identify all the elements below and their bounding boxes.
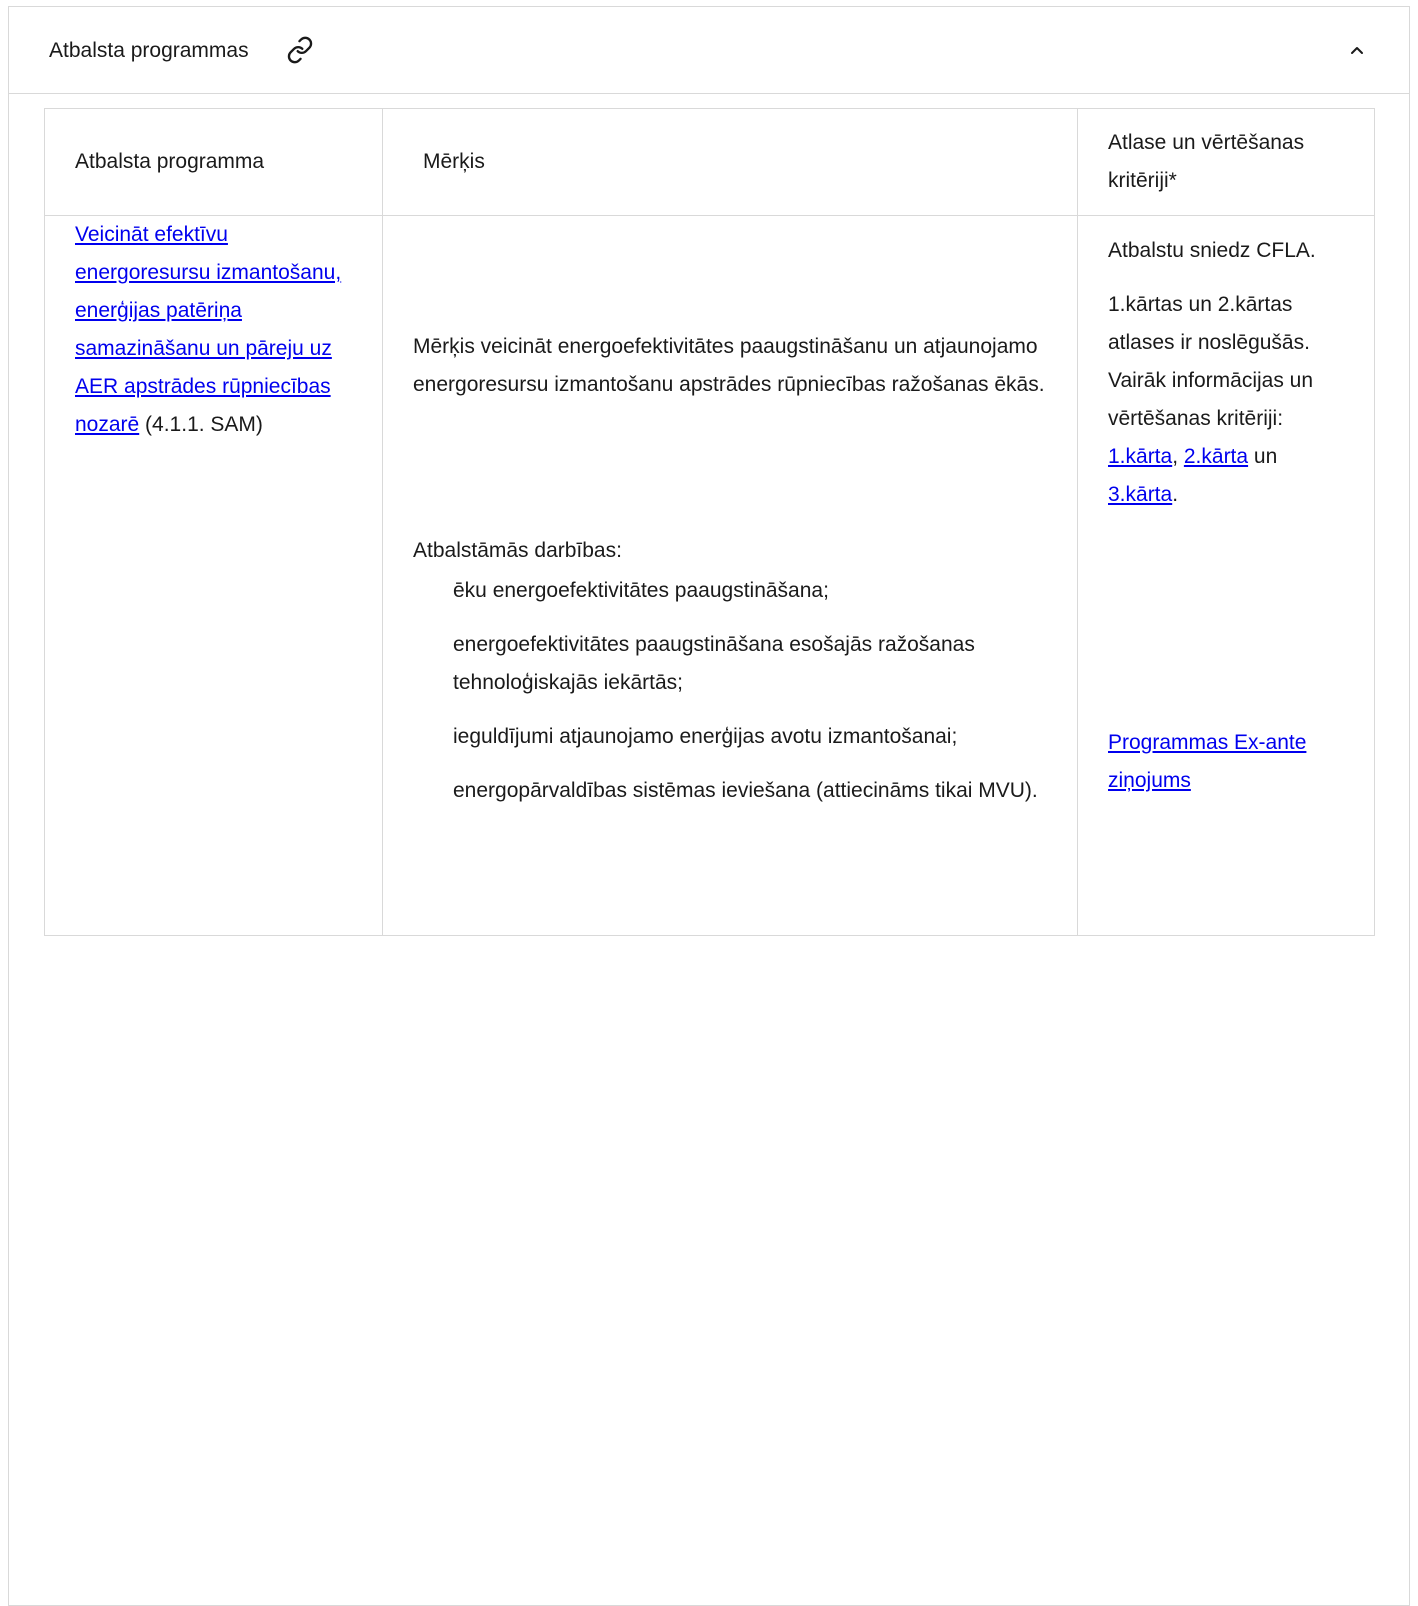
list-item: energoefektivitātes paaugstināšana esoša…	[453, 633, 975, 694]
table-row: Veicināt efektīvu energoresursu izmantoš…	[44, 215, 1375, 936]
program-link[interactable]: Veicināt efektīvu energoresursu izmantoš…	[75, 223, 341, 436]
criteria-provider: Atbalstu sniedz CFLA.	[1108, 239, 1316, 262]
header-program: Atbalsta programma	[44, 108, 383, 216]
header-criteria: Atlase un vērtēšanas kritēriji*	[1077, 108, 1375, 216]
accordion-panel: Atbalsta programmas Atbalsta programma M…	[8, 6, 1410, 1606]
chevron-up-icon[interactable]	[1349, 42, 1365, 58]
round-1-link[interactable]: 1.kārta	[1108, 445, 1172, 468]
criteria-text: 1.kārtas un 2.kārtas atlases ir noslēguš…	[1108, 286, 1344, 514]
accordion-title: Atbalsta programmas	[49, 39, 249, 62]
programs-table: Atbalsta programma Mērķis Atlase un vērt…	[44, 108, 1375, 936]
table-header-row: Atbalsta programma Mērķis Atlase un vērt…	[44, 108, 1375, 216]
list-item: ieguldījumi atjaunojamo enerģijas avotu …	[453, 725, 958, 748]
separator-and: un	[1248, 445, 1278, 468]
round-3-link[interactable]: 3.kārta	[1108, 483, 1172, 506]
exante-report-link[interactable]: Programmas Ex-ante ziņojums	[1108, 731, 1306, 792]
activities-label: Atbalstāmās darbības:	[413, 539, 622, 562]
activities-list: ēku energoefektivitātes paaugstināšana; …	[413, 572, 1047, 810]
header-goal: Mērķis	[382, 108, 1078, 216]
criteria-cell: Atbalstu sniedz CFLA. 1.kārtas un 2.kārt…	[1077, 215, 1375, 936]
link-icon[interactable]	[286, 36, 314, 64]
list-item: energopārvaldības sistēmas ieviešana (at…	[453, 779, 1038, 802]
goal-cell: Mērķis veicināt energoefektivitātes paau…	[382, 215, 1078, 936]
separator-comma: ,	[1172, 445, 1184, 468]
round-2-link[interactable]: 2.kārta	[1184, 445, 1248, 468]
program-code: (4.1.1. SAM)	[139, 413, 263, 436]
criteria-description: 1.kārtas un 2.kārtas atlases ir noslēguš…	[1108, 293, 1314, 430]
goal-text: Mērķis veicināt energoefektivitātes paau…	[413, 335, 1045, 396]
program-cell: Veicināt efektīvu energoresursu izmantoš…	[44, 215, 383, 936]
accordion-header[interactable]: Atbalsta programmas	[9, 7, 1409, 94]
exante-paragraph: Programmas Ex-ante ziņojums	[1108, 724, 1344, 800]
sentence-end: .	[1172, 483, 1179, 506]
list-item: ēku energoefektivitātes paaugstināšana;	[453, 579, 829, 602]
